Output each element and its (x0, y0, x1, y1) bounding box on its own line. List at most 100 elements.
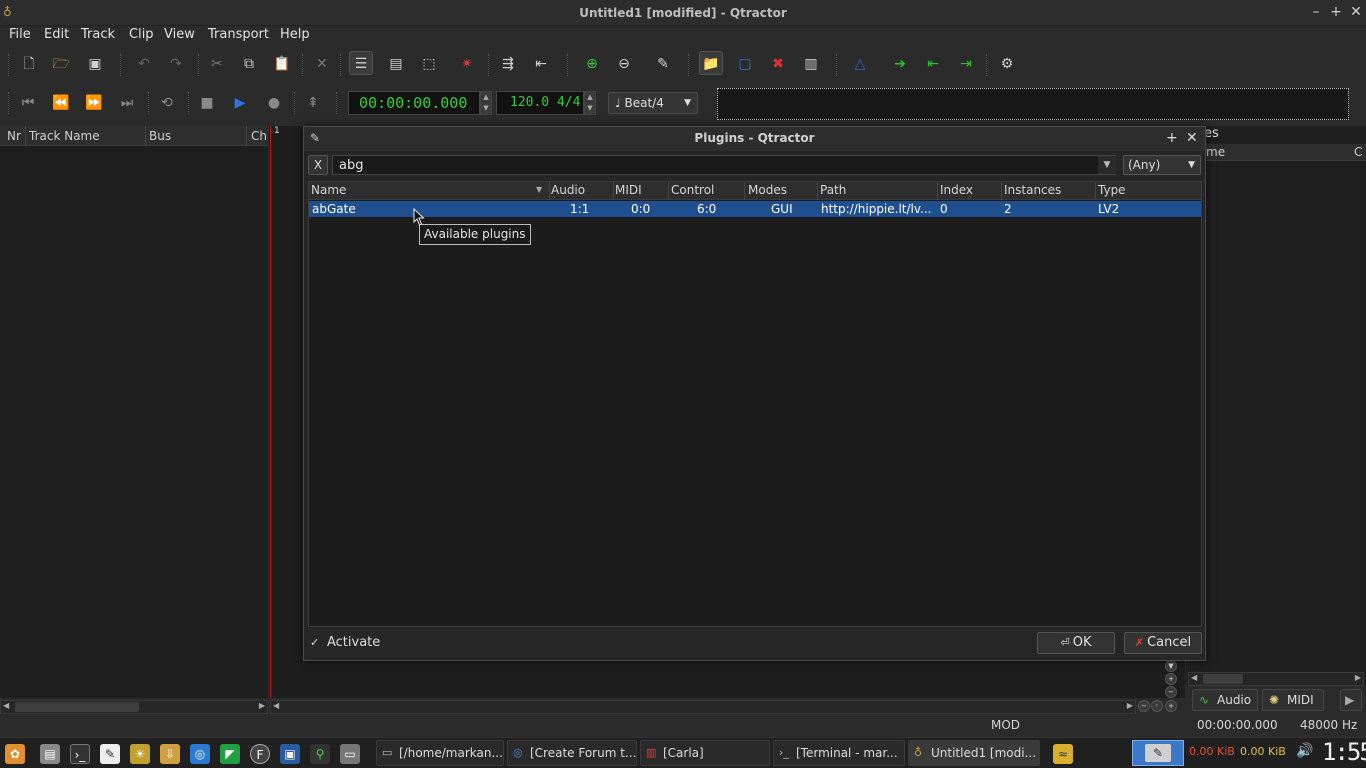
notes-icon[interactable]: ≈ (1053, 744, 1073, 764)
copy-icon[interactable]: ⧉ (237, 52, 261, 76)
search-icon[interactable]: ⚲ (310, 744, 330, 764)
tab-audio[interactable]: ∿ Audio (1192, 689, 1258, 711)
panic-icon[interactable]: ⚙ (995, 52, 1019, 76)
backward-to-start-icon[interactable]: ⏮ (16, 91, 40, 115)
save-file-icon[interactable]: ▣ (83, 52, 107, 76)
open-file-icon[interactable]: 🗁 (49, 52, 73, 76)
select-range-icon[interactable]: ▤ (384, 52, 408, 76)
volume-icon[interactable]: 🔊 (1296, 743, 1313, 759)
maximize-icon[interactable]: + (1328, 4, 1344, 20)
col-instances[interactable]: Instances (1004, 183, 1061, 197)
plugin-search-input[interactable] (332, 155, 1116, 175)
track-properties-icon[interactable]: ✎ (651, 52, 675, 76)
menu-track[interactable]: Track (81, 27, 115, 42)
zoom-out-vertical-icon[interactable]: − (1165, 686, 1177, 698)
col-type[interactable]: Type (1098, 183, 1126, 197)
tempo-display[interactable]: 120.0 4/4 (496, 91, 584, 115)
zoom-reset-icon[interactable]: ◦ (1151, 700, 1163, 712)
menu-help[interactable]: Help (280, 27, 310, 42)
zoom-in-horizontal-icon[interactable]: + (1165, 700, 1177, 712)
undo-icon[interactable]: ↶ (132, 52, 156, 76)
col-name[interactable]: me (1206, 145, 1225, 159)
insert-range-icon[interactable]: ⇶ (496, 52, 520, 76)
minimize-icon[interactable]: – (1308, 4, 1324, 20)
view-mixer-icon[interactable]: ✖ (766, 52, 790, 76)
col-channels[interactable]: C (1354, 145, 1362, 159)
playhead[interactable] (270, 126, 271, 698)
app-menu-icon[interactable]: ✿ (5, 744, 25, 764)
tab-midi[interactable]: ✺ MIDI (1262, 689, 1324, 711)
remove-range-icon[interactable]: ⇤ (529, 52, 553, 76)
col-audio[interactable]: Audio (551, 183, 585, 197)
import-left-icon[interactable]: ⇤ (921, 52, 945, 76)
col-modes[interactable]: Modes (748, 183, 787, 197)
track-view-horizontal-scrollbar[interactable]: ◀ ▶ (270, 700, 1136, 714)
browser-icon[interactable]: ◎ (190, 744, 210, 764)
task-qtractor[interactable]: ♁ Untitled1 [modi... (908, 740, 1040, 766)
menu-transport[interactable]: Transport (208, 27, 269, 42)
col-midi[interactable]: MIDI (615, 183, 642, 197)
scroll-left-icon[interactable]: ◀ (273, 701, 279, 710)
scroll-right-icon[interactable]: ▶ (1127, 701, 1133, 710)
view-connections-icon[interactable]: ▢ (733, 52, 757, 76)
view-files-icon[interactable]: 📁 (699, 51, 723, 75)
scroll-left-icon[interactable]: ◀ (1191, 673, 1197, 682)
col-control[interactable]: Control (671, 183, 714, 197)
snap-per-beat-select[interactable]: ♩ Beat/4 ▼ (608, 92, 698, 114)
scroll-right-icon[interactable]: ▶ (259, 701, 265, 710)
forward-to-end-icon[interactable]: ⏭ (115, 91, 139, 115)
workspace-pager[interactable]: ✎ (1132, 740, 1184, 766)
scroll-right-icon[interactable]: ▶ (1355, 673, 1361, 682)
new-file-icon[interactable]: 🗋 (17, 52, 41, 76)
scroll-thumb[interactable] (15, 702, 139, 712)
delete-icon[interactable]: ✕ (310, 52, 334, 76)
stop-icon[interactable]: ■ (195, 91, 219, 115)
task-carla[interactable]: ▥ [Carla] (640, 740, 770, 766)
col-track-name[interactable]: Track Name (29, 129, 100, 143)
play-icon[interactable]: ▶ (228, 91, 252, 115)
chat-icon[interactable]: ◤ (220, 744, 240, 764)
time-display[interactable]: 00:00:00.000 (348, 91, 480, 115)
scroll-left-icon[interactable]: ◀ (3, 701, 9, 710)
tempo-spin-icon[interactable]: ▲ ▼ (584, 91, 596, 115)
select-clip-icon[interactable]: ☰ (349, 51, 373, 75)
tempo-map-icon[interactable]: △ (848, 52, 872, 76)
select-rectangle-icon[interactable]: ⬚ (417, 52, 441, 76)
plugin-type-select[interactable]: (Any) ▼ (1123, 155, 1201, 175)
menu-view[interactable]: View (164, 27, 195, 42)
time-spin-icon[interactable]: ▲ ▼ (480, 91, 492, 115)
audio-app-icon[interactable]: ☀ (130, 744, 150, 764)
terminal-icon[interactable]: ›_ (70, 744, 90, 764)
scroll-thumb[interactable] (1203, 674, 1243, 684)
zoom-in-vertical-icon[interactable]: + (1165, 673, 1177, 685)
col-ch[interactable]: Ch (251, 129, 267, 143)
col-nr[interactable]: Nr (7, 129, 21, 143)
close-icon[interactable]: ✕ (1348, 4, 1364, 20)
downloader-icon[interactable]: ⇩ (160, 744, 180, 764)
clear-search-button[interactable]: X (308, 155, 328, 175)
files-horizontal-scrollbar[interactable]: ◀ ▶ (1188, 672, 1364, 686)
zoom-out-horizontal-icon[interactable]: − (1138, 700, 1150, 712)
remove-track-icon[interactable]: ⊖ (612, 52, 636, 76)
col-bus[interactable]: Bus (149, 129, 171, 143)
paste-icon[interactable]: 📋 (270, 52, 294, 76)
add-track-icon[interactable]: ⊕ (580, 52, 604, 76)
fast-forward-icon[interactable]: ⏩ (82, 91, 106, 115)
cancel-button[interactable]: ✗ Cancel (1124, 632, 1202, 654)
session-thumb-view[interactable] (717, 88, 1349, 120)
plugins-table[interactable]: Name ▼ Audio MIDI Control Modes Path Ind… (308, 181, 1202, 627)
task-file-manager[interactable]: ▭ [/home/markan... (376, 740, 504, 766)
desktop-icon[interactable]: ▭ (340, 744, 360, 764)
scroll-down-icon[interactable]: ▼ (1165, 660, 1177, 672)
export-icon[interactable]: ➔ (888, 52, 912, 76)
ok-button[interactable]: ⏎ OK (1037, 632, 1115, 654)
f-app-icon[interactable]: F (250, 744, 270, 764)
track-list[interactable] (0, 146, 268, 698)
play-file-button[interactable]: ▶ (1340, 689, 1362, 711)
cut-icon[interactable]: ✂ (205, 52, 229, 76)
task-terminal[interactable]: ›_ [Terminal - mar... (773, 740, 905, 766)
punch-in-icon[interactable]: ⇞ (301, 91, 325, 115)
file-manager-icon[interactable]: ▤ (40, 744, 60, 764)
task-browser[interactable]: ◎ [Create Forum t... (507, 740, 637, 766)
col-index[interactable]: Index (940, 183, 973, 197)
